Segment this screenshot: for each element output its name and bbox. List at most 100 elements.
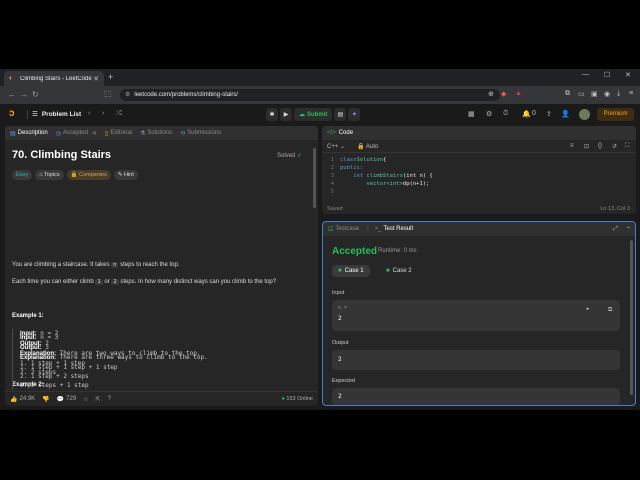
ex2-line-2: 2. 1 step + 2 steps xyxy=(20,373,89,380)
dislike-button[interactable]: 👎 xyxy=(42,396,49,403)
profile-icon[interactable]: ◉ xyxy=(604,90,610,98)
auto-mode-toggle[interactable]: 🔒 Auto xyxy=(357,143,378,150)
case-2-tab[interactable]: ■ Case 2 xyxy=(380,265,418,277)
next-problem-icon[interactable]: › xyxy=(102,110,104,117)
copy-icon[interactable]: ⧉ xyxy=(608,306,612,314)
forward-icon[interactable]: → xyxy=(20,90,28,99)
browser-window: ◐ Climbing Stairs - LeetCode ✕ + — ☐ ✕ ←… xyxy=(0,69,640,410)
menu-icon[interactable]: ≡ xyxy=(629,90,633,97)
code-token: dp xyxy=(402,181,410,187)
address-bar: ← → ↻ ⬚ ⚙ leetcode.com/problems/climbing-… xyxy=(0,86,640,104)
ai-assistant-button[interactable]: ✦ xyxy=(348,108,361,121)
settings-icon[interactable]: ⚙ xyxy=(486,110,492,118)
run-toolbar: ✱ ▶ ☁ Submit ▤ ✦ xyxy=(266,108,361,121)
minimize-icon[interactable]: — xyxy=(582,71,589,78)
leetcode-favicon-icon: ◐ xyxy=(9,75,14,82)
input-label: Input xyxy=(332,290,345,296)
shuffle-icon[interactable]: ⤮ xyxy=(116,110,122,118)
problem-list-button[interactable]: ☰ Problem List xyxy=(32,110,81,119)
description-scrollbar[interactable] xyxy=(313,148,316,208)
star-icon: ☆ xyxy=(83,396,89,403)
tab-test-result[interactable]: >_ Test Result xyxy=(375,226,414,232)
prev-problem-icon[interactable]: ‹ xyxy=(88,110,90,117)
notes-button[interactable]: ▤ xyxy=(334,108,347,121)
code-line: 1 class Solution { xyxy=(322,156,636,164)
ex2-line-1: 1. 1 step + 1 step + 1 step xyxy=(20,364,118,371)
tab-testcase[interactable]: ☑ Testcase xyxy=(328,226,359,233)
zoom-icon[interactable]: ⊕ xyxy=(488,90,494,98)
screen: ◐ Climbing Stairs - LeetCode ✕ + — ☐ ✕ ←… xyxy=(0,0,640,480)
add-user-icon[interactable]: 👤 xyxy=(561,110,570,118)
close-window-icon[interactable]: ✕ xyxy=(625,71,631,79)
url-field[interactable]: ⚙ leetcode.com/problems/climbing-stairs/ xyxy=(120,89,500,101)
notification-icon[interactable]: 🔔 xyxy=(522,110,531,118)
test-scrollbar[interactable] xyxy=(630,240,633,395)
tab-title: Climbing Stairs - LeetCode xyxy=(20,75,92,82)
maximize-icon[interactable]: ☐ xyxy=(604,71,610,79)
run-button[interactable]: ▶ xyxy=(280,108,292,121)
ex2-output-label: Output: xyxy=(20,345,42,351)
brave-rewards-icon[interactable]: ▲ xyxy=(515,90,522,97)
description-tabs: ▤ Description ◷ Accepted ✕ ▯ Editorial ⚗ Solu… xyxy=(5,126,318,140)
tab-editorial-label: Editorial xyxy=(110,130,132,136)
ex2-explanation-label: Explanation: xyxy=(20,355,57,361)
layout-icon[interactable]: ▦ xyxy=(468,110,475,118)
new-tab-icon[interactable]: + xyxy=(108,72,113,82)
ex2-line-3: 3. 2 steps + 1 step xyxy=(20,382,89,389)
wallet-icon[interactable]: ▣ xyxy=(591,90,598,98)
collapse-icon[interactable]: ⌃ xyxy=(626,226,631,233)
bookmark-icon[interactable]: ⬚ xyxy=(104,89,112,98)
line-number: 3 xyxy=(330,173,334,179)
submit-label: Submit xyxy=(307,111,328,118)
close-tab-icon[interactable]: ✕ xyxy=(92,130,97,137)
difficulty-badge: Easy xyxy=(12,170,33,180)
companies-tag[interactable]: 🔒 Companies xyxy=(66,170,111,180)
tab-accepted[interactable]: ◷ Accepted ✕ xyxy=(56,130,97,137)
tab-divider: | xyxy=(367,226,369,232)
favorite-button[interactable]: ☆ xyxy=(83,396,88,403)
tab-testcase-label: Testcase xyxy=(335,226,360,232)
download-icon[interactable]: ⤓ xyxy=(617,90,620,98)
code-editor[interactable]: 1 class Solution { 2 public: 3 int climbSt… xyxy=(322,156,636,196)
comment-count: 729 xyxy=(66,396,77,402)
browser-tab[interactable]: ◐ Climbing Stairs - LeetCode ✕ xyxy=(4,71,104,86)
code-token: int xyxy=(340,173,367,179)
close-tab-icon[interactable]: ✕ xyxy=(93,75,99,83)
language-select[interactable]: C++ ⌄ xyxy=(327,143,345,150)
share-button[interactable]: ⇱ xyxy=(96,396,101,403)
back-icon[interactable]: ← xyxy=(8,90,16,99)
like-button[interactable]: 👍 24.9K xyxy=(10,396,35,403)
tab-description[interactable]: ▤ Description xyxy=(10,130,48,137)
header-divider xyxy=(27,110,28,119)
case-1-tab[interactable]: ■ Case 1 xyxy=(332,265,370,277)
check-circle-icon: ✓ xyxy=(297,153,303,159)
braces-icon[interactable]: {} xyxy=(598,143,602,149)
fullscreen-icon[interactable]: ⛶ xyxy=(625,143,629,150)
debug-button[interactable]: ✱ xyxy=(266,108,278,121)
reload-icon[interactable]: ↻ xyxy=(32,90,39,99)
brave-shield-icon[interactable]: ◆ xyxy=(501,90,506,98)
help-button[interactable]: ? xyxy=(108,396,111,402)
extensions-icon[interactable]: ⧉ xyxy=(565,90,570,98)
timer-icon[interactable]: ⏱ xyxy=(503,110,508,118)
sidebar-icon[interactable]: ▭ xyxy=(578,90,585,98)
leetcode-logo-icon[interactable]: ↄ xyxy=(9,109,19,119)
topics-tag[interactable]: ⌂ Topics xyxy=(35,170,64,180)
site-info-icon[interactable]: ⚙ xyxy=(125,92,130,98)
code-toolbar: C++ ⌄ 🔒 Auto ≡ ⊡ {} ↺ ⛶ xyxy=(322,140,636,153)
bookmark-icon[interactable]: ⊡ xyxy=(584,143,589,150)
reset-icon[interactable]: ↺ xyxy=(612,143,617,150)
expand-icon[interactable]: ⤢ xyxy=(613,226,618,233)
premium-button[interactable]: Premium xyxy=(597,108,634,121)
hint-tag[interactable]: ✎ Hint xyxy=(113,170,138,180)
share-icon[interactable]: ⇪ xyxy=(546,110,552,118)
tab-editorial[interactable]: ▯ Editorial xyxy=(105,130,132,137)
user-avatar[interactable] xyxy=(579,109,590,120)
comments-button[interactable]: 💬 729 xyxy=(57,396,77,403)
tab-solutions[interactable]: ⚗ Solutions xyxy=(140,130,172,137)
tab-submissions[interactable]: ⟲ Submissions xyxy=(180,130,221,137)
tab-solutions-label: Solutions xyxy=(147,130,173,136)
submit-button[interactable]: ☁ Submit xyxy=(294,108,333,121)
paragraph-1-text: You are climbing a staircase. It takes n… xyxy=(12,262,180,268)
format-icon[interactable]: ≡ xyxy=(570,143,574,149)
